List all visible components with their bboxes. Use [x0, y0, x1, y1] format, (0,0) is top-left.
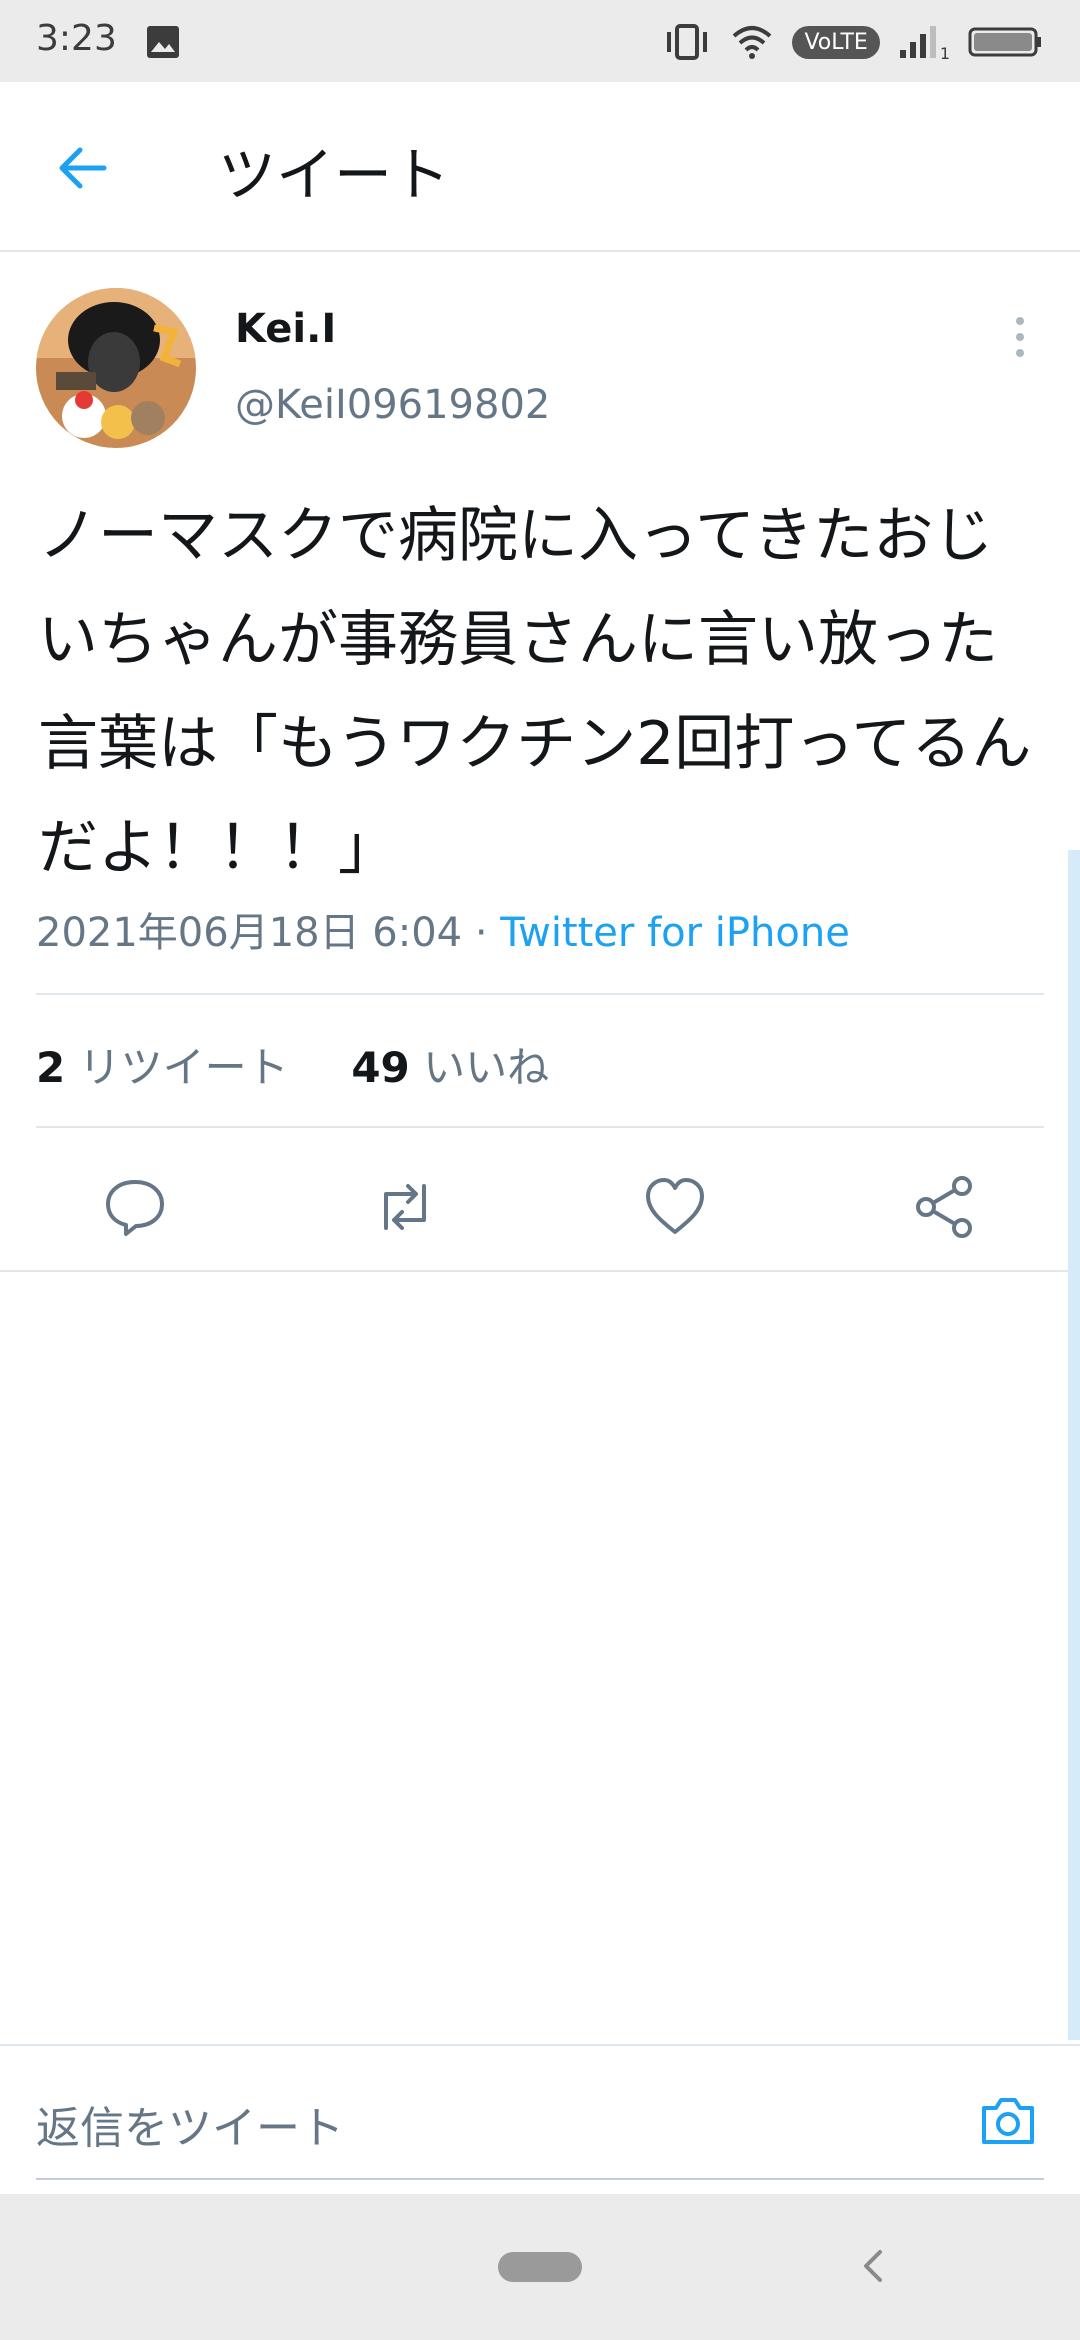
battery-icon [968, 27, 1041, 57]
reply-icon[interactable] [100, 1172, 170, 1242]
system-nav-bar [0, 2194, 1080, 2340]
volte-badge: VoLTE [792, 25, 880, 59]
nav-back-icon[interactable] [858, 2244, 888, 2288]
divider [36, 993, 1044, 995]
sim-slot-label: 1 [939, 43, 950, 63]
like-stat[interactable]: 49 いいね [351, 1043, 549, 1092]
image-notification-icon [147, 26, 179, 58]
tweet-actions [0, 1150, 1080, 1270]
signal-icon [899, 26, 936, 58]
retweet-count: 2 [36, 1043, 66, 1092]
reply-input-placeholder[interactable]: 返信をツイート [36, 2092, 344, 2156]
retweet-icon[interactable] [370, 1172, 440, 1242]
share-icon[interactable] [910, 1172, 980, 1242]
status-time: 3:23 [36, 18, 117, 59]
like-label: いいね [423, 1043, 550, 1092]
tweet-source-link[interactable]: Twitter for iPhone [500, 910, 850, 956]
home-pill[interactable] [498, 2252, 582, 2282]
author-name[interactable]: Kei.I [235, 306, 336, 352]
avatar[interactable] [36, 288, 196, 448]
tweet-timestamp: 2021年06月18日 6:04 [36, 910, 463, 956]
tweet-text: ノーマスクで病院に入ってきたおじいちゃんが事務員さんに言い放った言葉は「もうワク… [38, 501, 1032, 883]
author-handle[interactable]: @KeiI09619802 [235, 382, 550, 428]
retweet-stat[interactable]: 2 リツイート [36, 1043, 289, 1092]
tweet-meta: 2021年06月18日 6:04 · Twitter for iPhone [36, 900, 850, 958]
reply-underline [36, 2178, 1044, 2180]
wifi-icon [733, 26, 772, 59]
like-icon[interactable] [640, 1172, 710, 1242]
status-icons: VoLTE 1 [662, 18, 1044, 66]
more-vert-icon[interactable] [1010, 316, 1030, 358]
reply-bar[interactable]: 返信をツイート [0, 2044, 1080, 2196]
page-title: ツイート [218, 141, 451, 209]
like-count: 49 [351, 1043, 410, 1092]
tweet-stats: 2 リツイート 49 いいね [36, 1034, 549, 1095]
divider [0, 1270, 1080, 1272]
divider [36, 1126, 1044, 1128]
status-bar: 3:23 VoLTE 1 [0, 0, 1080, 82]
scrollbar[interactable] [1068, 850, 1080, 2040]
meta-separator: · [462, 910, 501, 956]
camera-icon[interactable] [976, 2088, 1040, 2152]
vibrate-icon [667, 24, 708, 60]
app-bar: ツイート [0, 82, 1080, 252]
back-arrow-icon[interactable] [52, 138, 112, 198]
retweet-label: リツイート [78, 1043, 289, 1092]
